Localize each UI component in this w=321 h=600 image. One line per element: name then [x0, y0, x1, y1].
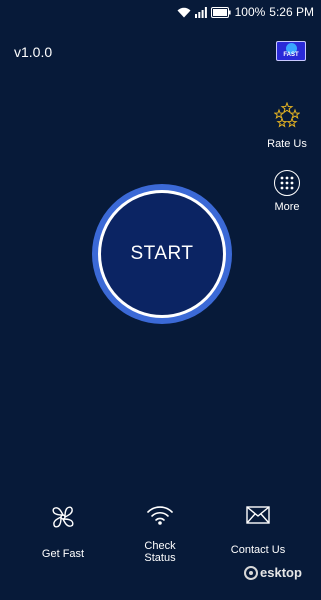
- stars-icon: [273, 101, 301, 133]
- get-fast-label: Get Fast: [41, 548, 85, 560]
- start-button[interactable]: START: [92, 184, 232, 324]
- status-bar: 100% 5:26 PM: [0, 0, 321, 24]
- check-status-button[interactable]: Check Status: [120, 505, 200, 564]
- status-indicators: 100% 5:26 PM: [177, 5, 314, 19]
- more-label: More: [274, 201, 300, 213]
- mail-icon: [246, 505, 270, 530]
- fast-badge-icon[interactable]: FAST: [276, 41, 306, 61]
- badge-label: FAST: [283, 52, 299, 58]
- start-label: START: [98, 190, 226, 318]
- check-status-label: Check Status: [144, 540, 176, 564]
- watermark: esktop: [244, 565, 302, 580]
- watermark-logo-icon: [244, 565, 258, 580]
- more-button[interactable]: More: [262, 170, 312, 213]
- watermark-text: esktop: [260, 565, 302, 580]
- contact-us-label: Contact Us: [230, 544, 286, 556]
- fan-icon: [51, 505, 75, 534]
- get-fast-button[interactable]: Get Fast: [23, 505, 103, 560]
- rate-us-label: Rate Us: [267, 138, 307, 150]
- contact-us-button[interactable]: Contact Us: [218, 505, 298, 556]
- rate-us-button[interactable]: Rate Us: [262, 101, 312, 150]
- signal-icon: [194, 6, 207, 18]
- wifi-icon: [177, 7, 191, 18]
- app-version: v1.0.0: [14, 44, 53, 60]
- battery-level: 100%: [234, 5, 266, 19]
- wifi-status-icon: [146, 505, 174, 530]
- grid-icon: [274, 170, 300, 196]
- clock: 5:26 PM: [269, 5, 314, 19]
- battery-icon: [210, 6, 231, 18]
